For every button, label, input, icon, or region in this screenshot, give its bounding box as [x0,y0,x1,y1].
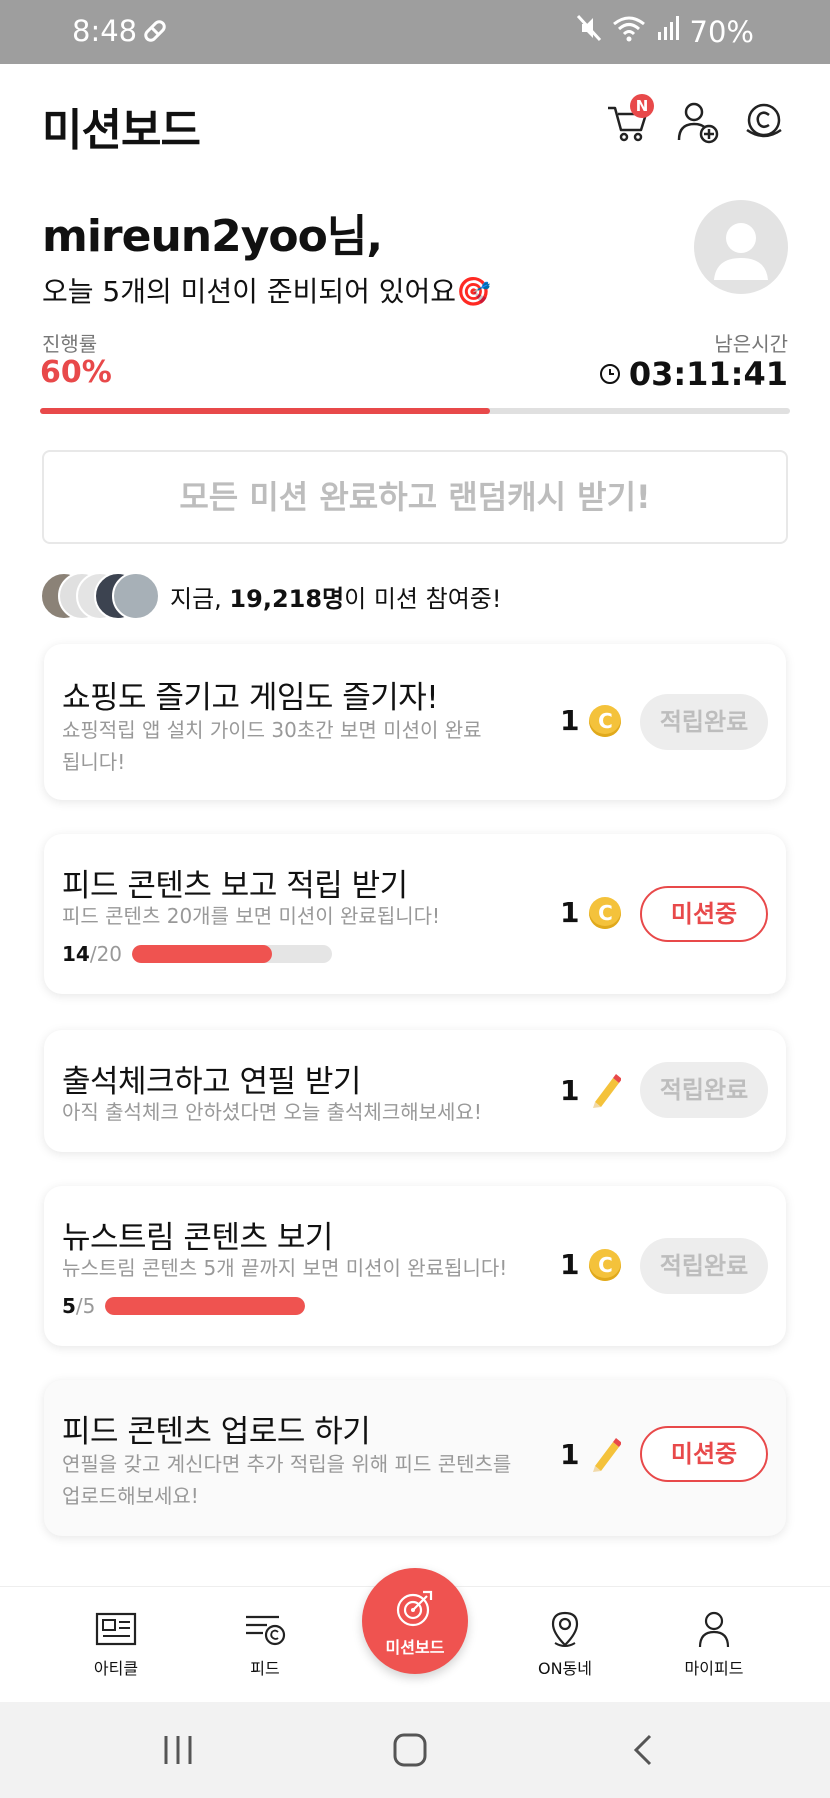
participants-text: 지금, 19,218명이 미션 참여중! [170,584,502,613]
mission-card[interactable]: 출석체크하고 연필 받기 아직 출석체크 안하셨다면 오늘 출석체크해보세요! … [44,1030,786,1152]
mission-card[interactable]: 피드 콘텐츠 보고 적립 받기 피드 콘텐츠 20개를 보면 미션이 완료됩니다… [44,834,786,994]
mission-desc: 연필을 갖고 계신다면 추가 적립을 위해 피드 콘텐츠를 업로드해보세요! [62,1452,512,1508]
default-avatar-icon [714,223,768,280]
coin-icon: C [589,704,622,737]
status-bar: 8:48 70% [0,0,830,64]
mission-title: 출석체크하고 연필 받기 [62,1064,361,1100]
avatar[interactable] [694,200,788,294]
nav-label: 피드 [250,1659,280,1678]
add-user-icon [677,102,719,144]
reward-amount: 1 [560,704,580,737]
mission-progress-fill [105,1297,306,1315]
progress-value: 60% [40,355,112,390]
cart-button[interactable]: N [606,94,654,148]
target-icon [396,1590,433,1627]
mission-status-button[interactable]: 미션중 [640,886,768,942]
mission-reward: 1 C [560,1248,622,1281]
person-icon [698,1611,730,1648]
greeting: mireun2yoo님, 오늘 5개의 미션이 준비되어 있어요🎯 [42,200,491,310]
home-icon[interactable] [390,1730,430,1770]
status-right: 70% [576,14,754,49]
reward-amount: 1 [560,1437,580,1471]
random-cash-button[interactable]: 모든 미션 완료하고 랜덤캐시 받기! [42,450,788,544]
mission-status-button[interactable]: 적립완료 [640,1062,768,1118]
mission-progress: 14/20 [62,942,333,966]
progress-label: 진행률 [42,332,98,356]
participant-avatar [112,572,160,620]
mission-progress-bar [132,945,333,963]
back-icon[interactable] [626,1732,662,1768]
link-icon [140,16,170,50]
nav-label: ON동네 [537,1659,592,1678]
nav-item-on-dongne[interactable]: ON동네 [505,1609,625,1679]
nav-item-my-feed[interactable]: 마이피드 [654,1609,774,1679]
mission-title: 피드 콘텐츠 보고 적립 받기 [62,868,408,904]
nav-label: 미션보드 [385,1638,445,1657]
mission-progress: 5/5 [62,1294,306,1318]
reward-amount: 1 [560,1248,580,1281]
signal-icon [656,14,680,49]
app-bar: 미션보드 N [0,64,830,184]
new-badge: N [630,94,654,118]
coin-icon: C [589,1248,622,1281]
participant-avatars [40,572,160,620]
mission-card[interactable]: 피드 콘텐츠 업로드 하기 연필을 갖고 계신다면 추가 적립을 위해 피드 콘… [44,1380,786,1536]
pencil-icon [593,1438,622,1472]
mission-reward: 1 [560,1072,622,1108]
mission-status-button[interactable]: 적립완료 [640,1238,768,1294]
progress-current: 5 [62,1294,76,1318]
progress-total: /5 [75,1294,96,1318]
progress-bar [40,408,790,414]
nav-item-mission-board[interactable]: 미션보드 [362,1568,468,1674]
status-time: 8:48 [72,14,138,48]
wifi-icon [612,14,646,49]
cash-button[interactable] [742,100,790,148]
mission-title: 뉴스트림 콘텐츠 보기 [62,1220,333,1256]
mission-reward: 1 C [560,896,622,929]
mute-icon [576,14,602,49]
mission-card[interactable]: 뉴스트림 콘텐츠 보기 뉴스트림 콘텐츠 5개 끝까지 보면 미션이 완료됩니다… [44,1186,786,1346]
mission-desc: 뉴스트림 콘텐츠 5개 끝까지 보면 미션이 완료됩니다! [62,1256,508,1280]
article-icon [95,1612,137,1646]
progress-current: 14 [62,942,90,966]
progress-total: /20 [89,942,123,966]
clock-icon [599,364,620,384]
nav-label: 아티클 [93,1659,139,1678]
mission-status-button[interactable]: 미션중 [640,1426,768,1482]
pencil-icon [593,1074,622,1108]
battery-level: 70% [689,14,754,49]
mission-progress-bar [105,1297,306,1315]
mission-status-button[interactable]: 적립완료 [640,694,768,750]
time-left-label: 남은시간 [714,332,788,356]
mission-reward: 1 [560,1436,622,1472]
reward-amount: 1 [560,1073,580,1107]
time-left-value: 03:11:41 [628,355,788,393]
feed-icon [246,1615,286,1646]
mission-title: 쇼핑도 즐기고 게임도 즐기자! [62,680,439,716]
nav-item-article[interactable]: 아티클 [56,1609,176,1679]
page-title: 미션보드 [42,105,201,156]
mission-desc: 피드 콘텐츠 20개를 보면 미션이 완료됩니다! [62,904,441,928]
mission-desc: 쇼핑적립 앱 설치 가이드 30초간 보면 미션이 완료됩니다! [62,718,482,774]
location-icon [551,1611,579,1647]
mission-reward: 1 C [560,704,622,737]
time-left: 03:11:41 [599,355,788,393]
nav-label: 마이피드 [684,1659,744,1678]
progress-bar-fill [40,408,490,414]
recent-apps-icon[interactable] [160,1732,196,1768]
nav-item-feed[interactable]: 피드 [205,1609,325,1679]
participants-row: 지금, 19,218명이 미션 참여중! [40,572,501,620]
cash-coin-icon [746,103,782,138]
reward-amount: 1 [560,896,580,929]
system-nav-bar [0,1702,830,1798]
coin-icon: C [589,896,622,929]
mission-progress-fill [132,945,273,963]
greeting-subtitle: 오늘 5개의 미션이 준비되어 있어요🎯 [42,275,491,308]
participants-count: 19,218명 [229,584,345,613]
mission-title: 피드 콘텐츠 업로드 하기 [62,1414,371,1450]
user-name: mireun2yoo님, [42,211,383,262]
mission-card[interactable]: 쇼핑도 즐기고 게임도 즐기자! 쇼핑적립 앱 설치 가이드 30초간 보면 미… [44,644,786,800]
add-friend-button[interactable] [676,100,724,148]
mission-desc: 아직 출석체크 안하셨다면 오늘 출석체크해보세요! [62,1100,482,1124]
